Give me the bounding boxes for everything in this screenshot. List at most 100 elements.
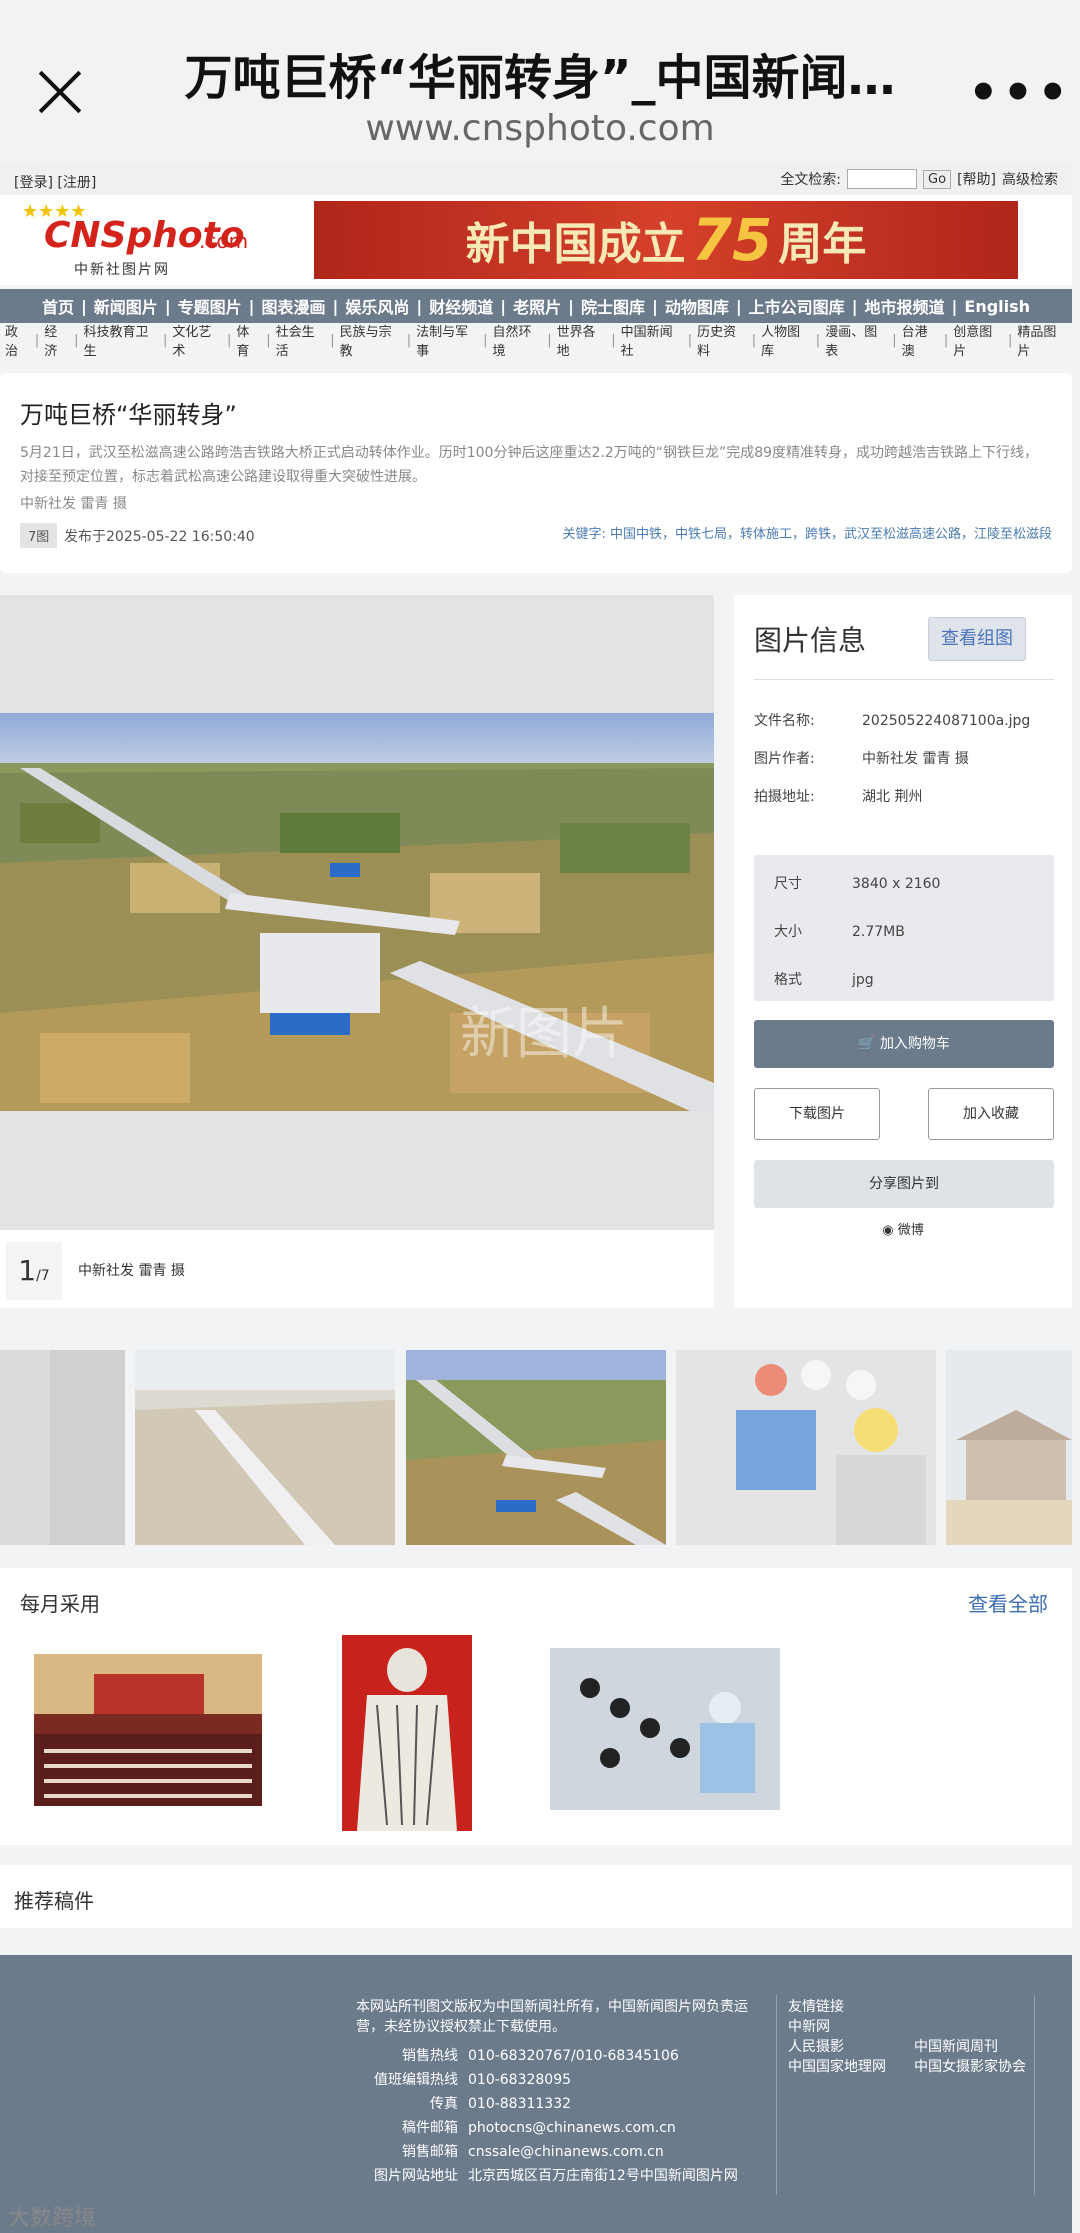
- image-count-badge: 7图: [20, 523, 58, 548]
- nav-item[interactable]: 专题图片: [171, 294, 249, 318]
- monthly-photo[interactable]: [550, 1648, 780, 1810]
- author-row: 图片作者: 中新社发 雷青 摄: [754, 751, 969, 767]
- friend-links-col2: 中国新闻周刊 中国女摄影家协会: [914, 2037, 1026, 2077]
- article-byline: 中新社发 雷青 摄: [20, 496, 127, 512]
- cart-icon: 🛒: [858, 1036, 876, 1052]
- subnav-item[interactable]: 历史资料: [692, 321, 752, 359]
- nav-item[interactable]: 娱乐风尚: [338, 294, 416, 318]
- register-link[interactable]: [注册]: [57, 175, 96, 191]
- thumbnail[interactable]: [676, 1350, 936, 1545]
- login-link[interactable]: [登录]: [14, 175, 53, 191]
- friend-link[interactable]: 中国新闻周刊: [914, 2037, 1026, 2057]
- monthly-heading: 每月采用: [20, 1592, 100, 1616]
- thumbnail[interactable]: [946, 1350, 1072, 1545]
- photo-viewer: 新图片: [0, 595, 714, 1230]
- subnav-item[interactable]: 科技教育卫生: [78, 321, 162, 359]
- divider: [754, 679, 1054, 680]
- subnav-item[interactable]: 民族与宗教: [335, 321, 407, 359]
- close-icon[interactable]: [30, 62, 90, 122]
- subnav-item[interactable]: 体育: [231, 321, 266, 359]
- subnav-item[interactable]: 人物图库: [756, 321, 816, 359]
- view-all-link[interactable]: 查看全部: [968, 1588, 1048, 1617]
- share-button[interactable]: 分享图片到: [754, 1160, 1054, 1208]
- subnav-item[interactable]: 社会生活: [271, 321, 331, 359]
- browser-url[interactable]: www.cnsphoto.com: [150, 108, 930, 149]
- nav-item[interactable]: 新闻图片: [87, 294, 165, 318]
- view-group-button[interactable]: 查看组图: [928, 617, 1026, 661]
- browser-topbar: 万吨巨桥“华丽转身”_中国新闻… www.cnsphoto.com •••: [0, 0, 1080, 165]
- monthly-section: 每月采用 查看全部: [0, 1568, 1072, 1845]
- thumbnail[interactable]: [0, 1350, 125, 1545]
- weibo-icon: ◉: [882, 1223, 894, 1238]
- footer-contact-row: 稿件邮箱 photocns@chinanews.com.cn: [402, 2120, 676, 2136]
- anniversary-banner[interactable]: 新中国成立 75 周年: [314, 201, 1018, 279]
- site-logo[interactable]: ★★★★ CNSphoto .com 中新社图片网: [14, 201, 254, 281]
- add-to-cart-button[interactable]: 🛒 加入购物车: [754, 1020, 1054, 1068]
- format-row: 格式 jpg: [774, 972, 874, 988]
- more-menu-icon[interactable]: •••: [968, 69, 1072, 117]
- info-heading: 图片信息: [754, 624, 867, 657]
- page-indicator: 1/7: [6, 1242, 62, 1300]
- site-footer: 本网站所刊图文版权为中国新闻社所有，中国新闻图片网负责运营，未经协议授权禁止下载…: [0, 1955, 1072, 2233]
- photo-caption: 中新社发 雷青 摄: [78, 1263, 185, 1279]
- image-info-panel: 图片信息 查看组图 文件名称: 202505224087100a.jpg 图片作者…: [734, 595, 1072, 1308]
- nav-item[interactable]: 动物图库: [658, 294, 736, 318]
- pager-row: 1/7 中新社发 雷青 摄: [0, 1230, 714, 1308]
- footer-divider: [1034, 1995, 1035, 2195]
- thumbnail-active[interactable]: [406, 1350, 666, 1545]
- footer-divider: [776, 1995, 777, 2195]
- nav-item[interactable]: 首页: [35, 294, 81, 318]
- thumbnail[interactable]: [135, 1350, 395, 1545]
- nav-item[interactable]: 老照片: [506, 294, 568, 318]
- friend-link[interactable]: 中国国家地理网: [788, 2057, 886, 2077]
- subnav-item[interactable]: 中国新闻社: [616, 321, 688, 359]
- spec-box: 尺寸 3840 x 2160 大小 2.77MB 格式 jpg: [754, 855, 1054, 1001]
- recommend-section: 推荐稿件: [0, 1865, 1072, 1928]
- friend-link[interactable]: 中新网: [788, 2017, 886, 2037]
- subnav-item[interactable]: 世界各地: [552, 321, 612, 359]
- browser-title: 万吨巨桥“华丽转身”_中国新闻…: [184, 50, 896, 106]
- nav-item[interactable]: English: [957, 297, 1037, 316]
- watermark: 大数跨境: [8, 2206, 97, 2231]
- monthly-photo[interactable]: [34, 1654, 262, 1806]
- subnav-item[interactable]: 文化艺术: [167, 321, 227, 359]
- subnav-item[interactable]: 创意图片: [948, 321, 1008, 359]
- friend-link[interactable]: 中国女摄影家协会: [914, 2057, 1026, 2077]
- footer-contact-row: 值班编辑热线 010-68328095: [374, 2072, 572, 2088]
- subnav-item[interactable]: 漫画、图表: [820, 321, 892, 359]
- nav-item[interactable]: 上市公司图库: [742, 294, 852, 318]
- nav-item[interactable]: 财经频道: [422, 294, 500, 318]
- main-photo[interactable]: 新图片: [0, 713, 714, 1111]
- web-page: [登录] [注册] 全文检索: Go [帮助] 高级检索 ★★★★ CNSpho…: [0, 165, 1072, 2233]
- svg-text:新图片: 新图片: [460, 1002, 628, 1067]
- search-go-button[interactable]: Go: [923, 169, 952, 189]
- subnav-item[interactable]: 台港澳: [897, 321, 944, 359]
- friend-links: 友情链接 中新网 人民摄影 中国国家地理网: [788, 1999, 886, 2077]
- footer-contact-row: 销售热线 010-68320767/010-68345106: [402, 2048, 679, 2064]
- subnav-item[interactable]: 经济: [39, 321, 74, 359]
- monthly-photo[interactable]: [342, 1635, 472, 1831]
- subnav-item[interactable]: 精品图片: [1012, 321, 1072, 359]
- location-row: 拍摄地址: 湖北 荆州: [754, 789, 923, 805]
- subnav-item[interactable]: 法制与军事: [411, 321, 483, 359]
- dimension-row: 尺寸 3840 x 2160: [774, 876, 941, 892]
- nav-item[interactable]: 院士图库: [574, 294, 652, 318]
- search-input[interactable]: [847, 169, 918, 189]
- copyright-notice: 本网站所刊图文版权为中国新闻社所有，中国新闻图片网负责运营，未经协议授权禁止下载…: [356, 1999, 748, 2035]
- search-label: 全文检索:: [780, 172, 842, 188]
- subnav-item[interactable]: 自然环境: [488, 321, 548, 359]
- download-button[interactable]: 下载图片: [754, 1088, 880, 1140]
- main-nav: 首页 | 新闻图片 | 专题图片 | 图表漫画 | 娱乐风尚 | 财经频道 | 老照片 | 院士图库 | 动物图…: [0, 289, 1072, 323]
- weibo-share-link[interactable]: ◉ 微博: [734, 1219, 1072, 1238]
- favorite-button[interactable]: 加入收藏: [928, 1088, 1054, 1140]
- sub-nav: 政治 | 经济 | 科技教育卫生 | 文化艺术 | 体育 | 社会生活 | 民族与宗教 | 法制与军事 | 自然…: [0, 325, 1072, 359]
- nav-item[interactable]: 图表漫画: [255, 294, 333, 318]
- help-link[interactable]: [帮助]: [957, 169, 996, 189]
- friend-link[interactable]: 人民摄影: [788, 2037, 886, 2057]
- article-header: 万吨巨桥“华丽转身” 5月21日，武汉至松滋高速公路跨浩吉铁路大桥正式启动转体作…: [0, 373, 1072, 573]
- article-description: 5月21日，武汉至松滋高速公路跨浩吉铁路大桥正式启动转体作业。历时100分钟后这…: [20, 445, 1039, 485]
- nav-item[interactable]: 地市报频道: [858, 294, 952, 318]
- subnav-item[interactable]: 政治: [0, 321, 35, 359]
- advanced-search-link[interactable]: 高级检索: [1002, 169, 1058, 189]
- keywords[interactable]: 关键字: 中国中铁，中铁七局，转体施工，跨铁，武汉至松滋高速公路，江陵至松滋段: [540, 525, 1052, 545]
